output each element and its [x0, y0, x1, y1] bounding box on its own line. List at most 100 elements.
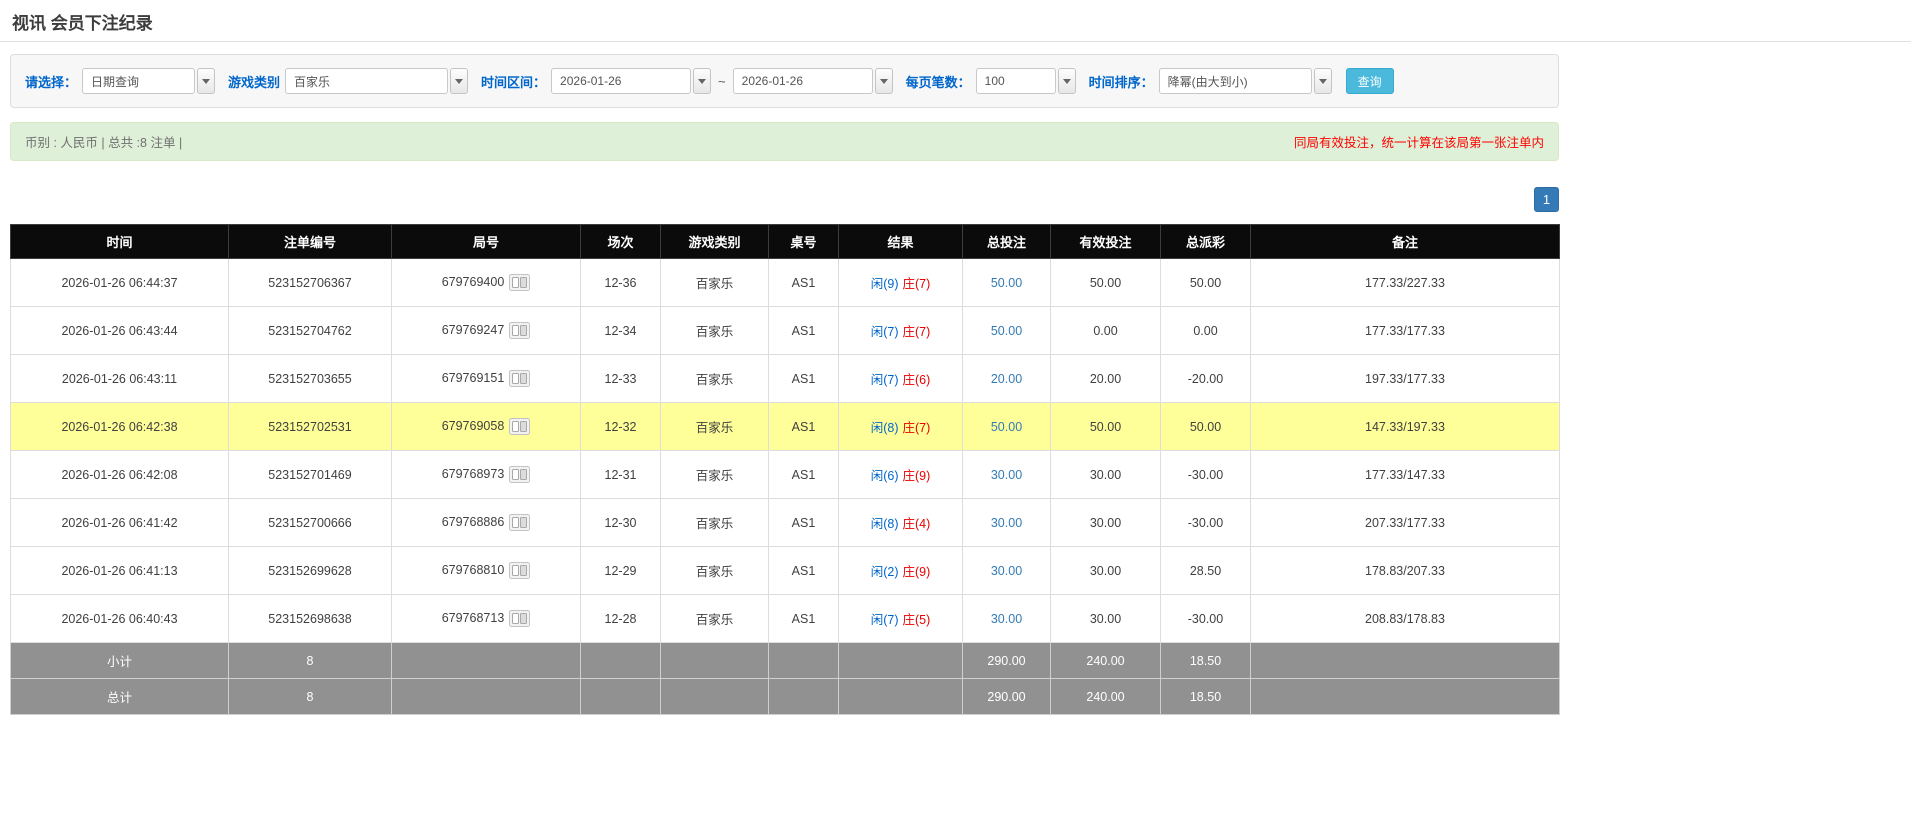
summary-empty-cell: [391, 642, 581, 679]
round-cell: 679769058: [391, 402, 581, 451]
caret-down-icon: [202, 78, 211, 84]
total-bet-link[interactable]: 30.00: [991, 612, 1022, 626]
result-cell: 闲(9) 庄(7): [838, 258, 963, 307]
select-type-label: 请选择：: [25, 74, 78, 90]
total-bet-link[interactable]: 50.00: [991, 420, 1022, 434]
result-player: 闲(7): [870, 373, 899, 387]
total-bet-link[interactable]: 50.00: [991, 276, 1022, 290]
table-number-cell: AS1: [768, 450, 839, 499]
sort-order-label: 时间排序：: [1088, 74, 1154, 90]
date-from-input[interactable]: [551, 68, 692, 94]
date-range-separator: ~: [718, 73, 726, 89]
total-bet-cell: 50.00: [962, 306, 1051, 355]
bet-id-cell: 523152700666: [228, 498, 392, 547]
payout-cell: 28.50: [1160, 546, 1251, 595]
bet-record-row: 2026-01-26 06:42:38 523152702531 6797690…: [10, 402, 1560, 451]
round-cell: 679768810: [391, 546, 581, 595]
summary-empty-cell: [1250, 642, 1560, 679]
time-cell: 2026-01-26 06:42:38: [10, 402, 229, 451]
total-bet-link[interactable]: 20.00: [991, 372, 1022, 386]
bet-record-row: 2026-01-26 06:41:13 523152699628 6797688…: [10, 546, 1560, 595]
column-header-8: 总投注: [962, 224, 1051, 259]
caret-down-icon: [455, 78, 464, 84]
summary-empty-cell: [580, 642, 661, 679]
result-banker: 庄(7): [902, 325, 931, 339]
game-result-cards-icon[interactable]: [509, 322, 531, 339]
round-number: 679769400: [441, 274, 505, 289]
date-to-input[interactable]: [732, 68, 873, 94]
pagination-top: 1: [10, 187, 1559, 212]
summary-count-cell: 8: [228, 678, 392, 715]
sort-order-input[interactable]: [1158, 68, 1312, 94]
payout-cell: -30.00: [1160, 498, 1251, 547]
sort-order-dropdown-button[interactable]: [1313, 68, 1332, 94]
total-bet-link[interactable]: 30.00: [991, 516, 1022, 530]
page-1-button[interactable]: 1: [1534, 187, 1559, 212]
session-cell: 12-33: [580, 354, 661, 403]
note-cell: 177.33/227.33: [1250, 258, 1560, 307]
session-cell: 12-31: [580, 450, 661, 499]
column-header-1: 时间: [10, 224, 229, 259]
total-bet-cell: 30.00: [962, 594, 1051, 643]
caret-down-icon: [698, 78, 707, 84]
column-header-11: 备注: [1250, 224, 1560, 259]
date-from-combo: [551, 68, 712, 94]
time-cell: 2026-01-26 06:41:42: [10, 498, 229, 547]
search-button[interactable]: 查询: [1345, 68, 1394, 94]
result-player: 闲(9): [870, 277, 899, 291]
round-number: 679768810: [441, 562, 505, 577]
game-result-cards-icon[interactable]: [509, 610, 531, 627]
summary-valid-bet-cell: 240.00: [1050, 678, 1161, 715]
valid-bet-cell: 20.00: [1050, 354, 1161, 403]
game-result-cards-icon[interactable]: [509, 418, 531, 435]
table-number-cell: AS1: [768, 498, 839, 547]
result-player: 闲(2): [870, 565, 899, 579]
column-header-5: 游戏类别: [660, 224, 769, 259]
per-page-dropdown-button[interactable]: [1057, 68, 1076, 94]
summary-empty-cell: [768, 642, 839, 679]
table-head: 时间 注单编号 局号 场次 游戏类别 桌号 结果 总投注 有效投注 总派彩 备注: [10, 224, 1560, 259]
total-bet-link[interactable]: 30.00: [991, 468, 1022, 482]
total-bet-cell: 30.00: [962, 546, 1051, 595]
column-header-3: 局号: [391, 224, 581, 259]
select-type-dropdown-button[interactable]: [197, 68, 216, 94]
table-number-cell: AS1: [768, 306, 839, 355]
valid-bet-notice-text: 同局有效投注，统一计算在该局第一张注单内: [1293, 136, 1544, 150]
game-type-input[interactable]: [285, 68, 449, 94]
select-type-input[interactable]: [82, 68, 196, 94]
session-cell: 12-34: [580, 306, 661, 355]
total-bet-link[interactable]: 30.00: [991, 564, 1022, 578]
table-number-cell: AS1: [768, 594, 839, 643]
result-player: 闲(8): [870, 421, 899, 435]
bet-id-cell: 523152703655: [228, 354, 392, 403]
game-result-cards-icon[interactable]: [509, 514, 531, 531]
game-result-cards-icon[interactable]: [509, 274, 531, 291]
session-cell: 12-36: [580, 258, 661, 307]
game-result-cards-icon[interactable]: [509, 466, 531, 483]
game-result-cards-icon[interactable]: [509, 562, 531, 579]
total-bet-link[interactable]: 50.00: [991, 324, 1022, 338]
total-bet-cell: 50.00: [962, 402, 1051, 451]
time-cell: 2026-01-26 06:40:43: [10, 594, 229, 643]
caret-down-icon: [879, 78, 888, 84]
bet-records-table: 时间 注单编号 局号 场次 游戏类别 桌号 结果 总投注 有效投注 总派彩 备注 2026-01-2…: [10, 224, 1560, 715]
page: 视讯 会员下注纪录 请选择： 游戏类别 时间区间： ~: [0, 0, 1911, 835]
summary-total-bet-cell: 290.00: [962, 642, 1051, 679]
bet-id-cell: 523152698638: [228, 594, 392, 643]
date-from-dropdown-button[interactable]: [693, 68, 712, 94]
valid-bet-cell: 30.00: [1050, 450, 1161, 499]
round-number: 679768886: [441, 514, 505, 529]
game-type-cell: 百家乐: [660, 258, 769, 307]
date-to-dropdown-button[interactable]: [874, 68, 893, 94]
valid-bet-cell: 50.00: [1050, 402, 1161, 451]
game-result-cards-icon[interactable]: [509, 370, 531, 387]
per-page-input[interactable]: [975, 68, 1056, 94]
round-number: 679768973: [441, 466, 505, 481]
result-player: 闲(8): [870, 517, 899, 531]
date-to-combo: [732, 68, 893, 94]
payout-cell: 50.00: [1160, 258, 1251, 307]
game-type-dropdown-button[interactable]: [450, 68, 469, 94]
summary-valid-bet-cell: 240.00: [1050, 642, 1161, 679]
column-header-6: 桌号: [768, 224, 839, 259]
table-body: 2026-01-26 06:44:37 523152706367 6797694…: [10, 258, 1560, 643]
